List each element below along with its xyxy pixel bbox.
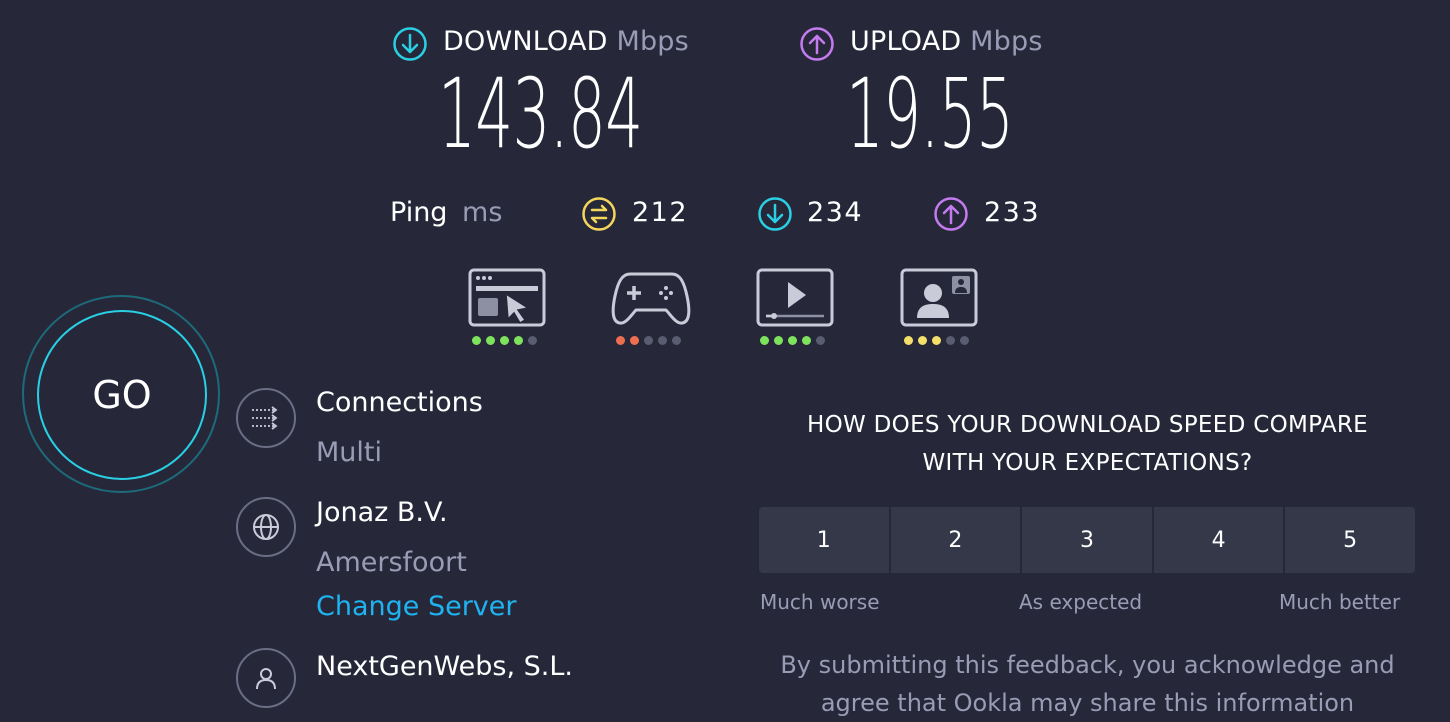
rating-button-2[interactable]: 2 [890, 507, 1021, 573]
web-browsing-rating [472, 336, 537, 345]
rating-dot [918, 336, 927, 345]
video-streaming-rating [760, 336, 825, 345]
arrow-up-circle-icon [799, 26, 835, 62]
change-server-link[interactable]: Change Server [316, 591, 517, 622]
rating-dot [774, 336, 783, 345]
rating-button-5[interactable]: 5 [1285, 507, 1415, 573]
gaming-rating [616, 336, 681, 345]
rating-button-4[interactable]: 4 [1153, 507, 1284, 573]
rating-button-3[interactable]: 3 [1022, 507, 1152, 573]
rating-dot [672, 336, 681, 345]
rating-dot [816, 336, 825, 345]
rating-label-high: Much better [1279, 590, 1401, 614]
ping-download-icon [757, 196, 793, 236]
gaming-icon [610, 268, 692, 332]
download-speed-value: 143.84 [438, 58, 643, 170]
upload-label: UPLOAD Mbps [850, 26, 1043, 57]
rating-dot [528, 336, 537, 345]
rating-dot [960, 336, 969, 345]
ping-upload-icon [933, 196, 969, 236]
survey-question-line1: HOW DOES YOUR DOWNLOAD SPEED COMPARE [807, 412, 1368, 438]
upload-label-text: UPLOAD [850, 26, 962, 57]
user-icon [236, 648, 296, 708]
rating-dot [760, 336, 769, 345]
globe-icon [236, 497, 296, 557]
connections-icon [236, 388, 296, 448]
disclaimer-line2: agree that Ookla may share this informat… [820, 689, 1355, 717]
rating-dot [472, 336, 481, 345]
rating-label-low: Much worse [760, 590, 880, 614]
ping-idle-value: 212 [632, 197, 689, 228]
connections-value[interactable]: Multi [316, 437, 382, 468]
download-unit: Mbps [616, 26, 689, 57]
server-location: Amersfoort [316, 547, 467, 578]
rating-dot [486, 336, 495, 345]
rating-buttons: 1 2 3 4 5 [759, 507, 1415, 573]
rating-dot [514, 336, 523, 345]
feedback-disclaimer: By submitting this feedback, you acknowl… [760, 646, 1415, 722]
video-chat-rating [904, 336, 969, 345]
rating-dot [630, 336, 639, 345]
survey-question-line2: WITH YOUR EXPECTATIONS? [922, 450, 1253, 476]
rating-label-mid: As expected [1019, 590, 1143, 614]
web-browsing-icon [468, 268, 546, 332]
rating-dot [946, 336, 955, 345]
ping-download-value: 234 [807, 197, 864, 228]
disclaimer-line1: By submitting this feedback, you acknowl… [780, 651, 1395, 679]
rating-dot [658, 336, 667, 345]
upload-speed-value: 19.55 [846, 58, 1014, 170]
go-button[interactable]: GO [37, 310, 207, 480]
ping-upload-value: 233 [984, 197, 1041, 228]
ping-label-text: Ping [390, 197, 448, 228]
ping-label: Ping ms [390, 197, 502, 228]
arrow-down-circle-icon [392, 26, 428, 62]
server-name: Jonaz B.V. [316, 497, 448, 528]
rating-dot [904, 336, 913, 345]
download-label: DOWNLOAD Mbps [443, 26, 689, 57]
rating-dot [802, 336, 811, 345]
rating-dot [788, 336, 797, 345]
idle-latency-icon [581, 196, 617, 236]
ping-unit: ms [462, 197, 503, 228]
rating-dot [500, 336, 509, 345]
rating-dot [932, 336, 941, 345]
connections-title: Connections [316, 387, 483, 418]
upload-unit: Mbps [970, 26, 1043, 57]
provider-name: NextGenWebs, S.L. [316, 651, 573, 682]
rating-dot [644, 336, 653, 345]
rating-dot [616, 336, 625, 345]
video-streaming-icon [756, 268, 834, 332]
download-label-text: DOWNLOAD [443, 26, 608, 57]
survey-question: HOW DOES YOUR DOWNLOAD SPEED COMPARE WIT… [760, 406, 1415, 482]
rating-button-1[interactable]: 1 [759, 507, 889, 573]
video-chat-icon [900, 268, 978, 332]
